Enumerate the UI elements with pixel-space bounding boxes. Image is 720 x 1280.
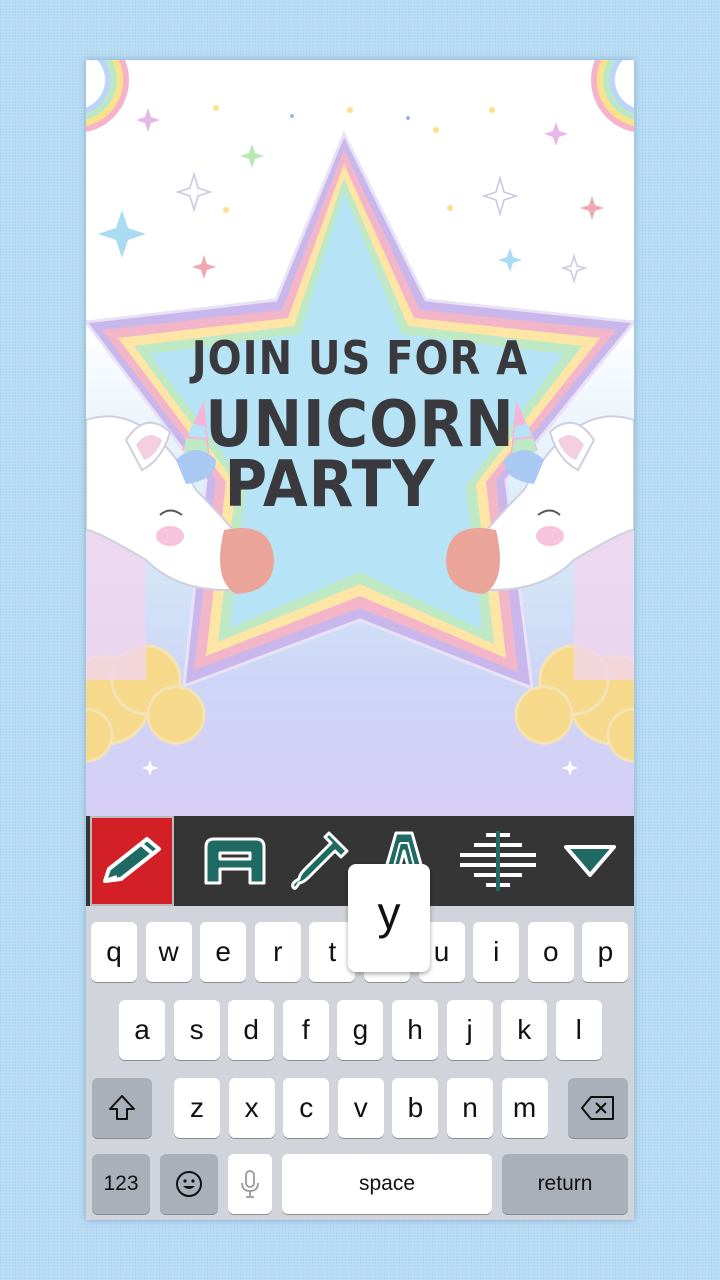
dictation-key[interactable] <box>228 1154 272 1214</box>
key-k[interactable]: k <box>501 1000 548 1060</box>
backspace-icon <box>581 1096 614 1120</box>
key-e[interactable]: e <box>200 922 247 982</box>
collapse-toolbar-button[interactable] <box>550 816 630 906</box>
key-i[interactable]: i <box>473 922 520 982</box>
return-key[interactable]: return <box>502 1154 628 1214</box>
phone-screen: JOIN US FOR A UNICORN PARTY q w e r t u … <box>86 60 634 1220</box>
pencil-icon <box>103 837 161 883</box>
key-o[interactable]: o <box>527 922 574 982</box>
key-b[interactable]: b <box>392 1078 439 1138</box>
invitation-card[interactable]: JOIN US FOR A UNICORN PARTY <box>86 60 634 816</box>
align-icon <box>460 831 536 891</box>
font-icon <box>204 837 266 885</box>
pencil-tool-button[interactable] <box>90 816 174 906</box>
key-a[interactable]: a <box>119 1000 165 1060</box>
key-h[interactable]: h <box>392 1000 438 1060</box>
key-n[interactable]: n <box>447 1078 493 1138</box>
shift-key[interactable] <box>92 1078 152 1138</box>
key-q[interactable]: q <box>91 922 137 982</box>
emoji-key[interactable] <box>160 1154 218 1214</box>
key-v[interactable]: v <box>337 1078 384 1138</box>
key-d[interactable]: d <box>228 1000 275 1060</box>
key-z[interactable]: z <box>174 1078 220 1138</box>
key-j[interactable]: j <box>446 1000 493 1060</box>
headline-line-3[interactable]: PARTY <box>86 447 604 522</box>
key-p[interactable]: p <box>582 922 629 982</box>
key-l[interactable]: l <box>555 1000 602 1060</box>
key-m[interactable]: m <box>501 1078 548 1138</box>
collapse-icon <box>564 845 616 877</box>
headline-line-1[interactable]: JOIN US FOR A <box>86 333 634 386</box>
key-c[interactable]: c <box>283 1078 330 1138</box>
microphone-icon <box>241 1170 259 1198</box>
numbers-key[interactable]: 123 <box>92 1154 150 1214</box>
key-w[interactable]: w <box>145 922 192 982</box>
space-key[interactable]: space <box>282 1154 492 1214</box>
key-g[interactable]: g <box>337 1000 384 1060</box>
backspace-key[interactable] <box>568 1078 628 1138</box>
key-x[interactable]: x <box>228 1078 275 1138</box>
clouds <box>86 644 634 763</box>
shift-icon <box>109 1095 135 1120</box>
key-s[interactable]: s <box>173 1000 220 1060</box>
eyedropper-icon <box>291 831 349 890</box>
key-r[interactable]: r <box>254 922 301 982</box>
alignment-button[interactable] <box>448 816 548 906</box>
key-preview-popup: y <box>348 864 430 972</box>
emoji-icon <box>176 1171 202 1197</box>
font-tool-button[interactable] <box>190 816 280 906</box>
key-f[interactable]: f <box>282 1000 329 1060</box>
